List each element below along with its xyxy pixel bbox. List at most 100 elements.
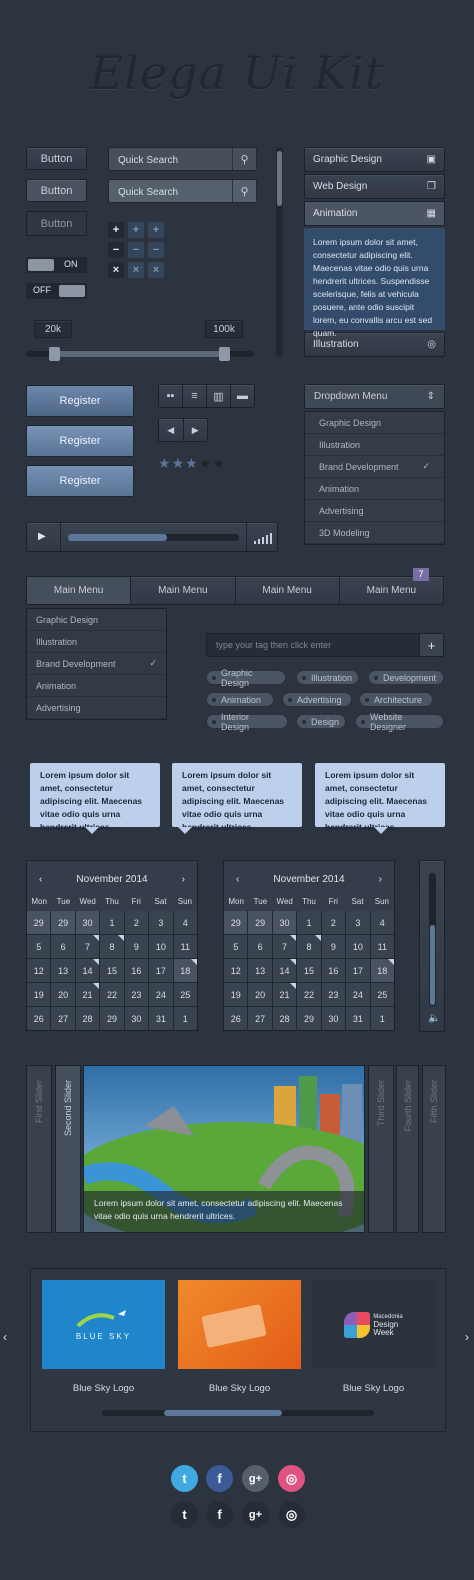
calendar-day[interactable]: 8 [100, 935, 125, 958]
calendar-day[interactable]: 23 [124, 983, 149, 1006]
calendar-day[interactable]: 13 [51, 959, 75, 982]
calendar-day[interactable]: 3 [346, 911, 370, 934]
calendar-day[interactable]: 29 [224, 911, 248, 934]
calendar-day[interactable]: 18 [173, 959, 198, 982]
slider-tab-2[interactable]: Second Slider [55, 1065, 81, 1233]
calendar-day[interactable]: 12 [27, 959, 51, 982]
calendar-day[interactable]: 25 [173, 983, 197, 1006]
calendar-day[interactable]: 16 [321, 959, 346, 982]
main-menu-item[interactable]: Main Menu [27, 577, 132, 604]
calendar-day[interactable]: 7 [272, 935, 297, 958]
calendar-day[interactable]: 23 [321, 983, 346, 1006]
next-arrow-icon[interactable]: ▶ [184, 419, 208, 441]
calendar-day[interactable]: 9 [321, 935, 346, 958]
dropdown-toggle[interactable]: Dropdown Menu ⇕ [304, 384, 445, 409]
calendar-day[interactable]: 15 [100, 959, 124, 982]
prev-month-icon[interactable]: ‹ [236, 874, 239, 885]
twitter-icon[interactable]: t [171, 1465, 198, 1492]
submenu-item[interactable]: Animation [27, 675, 166, 697]
button-3[interactable]: Button [26, 211, 87, 236]
calendar-day[interactable]: 9 [124, 935, 149, 958]
calendar-day[interactable]: 19 [27, 983, 51, 1006]
main-menu-item[interactable]: Main Menu [131, 577, 236, 604]
star-icon[interactable]: ★ [185, 455, 199, 471]
calendar-day[interactable]: 1 [297, 911, 321, 934]
close-button[interactable]: × [128, 262, 144, 278]
tag-design[interactable]: Design [296, 714, 346, 729]
star-icon[interactable]: ★ [172, 455, 186, 471]
prev-arrow-icon[interactable]: ◀ [159, 419, 184, 441]
accordion-item-graphic-design[interactable]: Graphic Design ▣ [304, 147, 445, 172]
register-button-2[interactable]: Register [26, 425, 134, 457]
calendar-day[interactable]: 26 [27, 1007, 51, 1030]
accordion-item-animation[interactable]: Animation ▦ [304, 201, 445, 226]
calendar-day[interactable]: 2 [124, 911, 149, 934]
button-2[interactable]: Button [26, 179, 87, 202]
quick-search-input-2[interactable]: Quick Search ⚲ [108, 179, 257, 203]
calendar-day[interactable]: 25 [370, 983, 394, 1006]
calendar-day[interactable]: 17 [346, 959, 370, 982]
accordion-item-web-design[interactable]: Web Design ❐ [304, 174, 445, 199]
calendar-day[interactable]: 27 [248, 1007, 272, 1030]
submenu-item[interactable]: Brand Development ✓ [27, 653, 166, 675]
calendar-day[interactable]: 5 [27, 935, 51, 958]
scrollbar-thumb[interactable] [277, 151, 282, 206]
range-handle-max[interactable] [219, 347, 230, 361]
plus-button[interactable]: + [108, 222, 124, 238]
calendar-day[interactable]: 26 [224, 1007, 248, 1030]
carousel-prev-icon[interactable]: ‹ [3, 1330, 7, 1344]
calendar-day[interactable]: 28 [75, 1007, 100, 1030]
calendar-day[interactable]: 24 [149, 983, 173, 1006]
calendar-day[interactable]: 1 [370, 1007, 394, 1030]
list-view-icon[interactable]: ≡ [183, 385, 207, 407]
carousel-card-2[interactable] [178, 1280, 301, 1369]
calendar-day[interactable]: 4 [370, 911, 394, 934]
calendar-day[interactable]: 31 [346, 1007, 370, 1030]
search-icon[interactable]: ⚲ [232, 180, 256, 202]
slider-tab-3[interactable]: Third Slider [368, 1065, 394, 1233]
volume-slider[interactable] [429, 873, 436, 1006]
calendar-day[interactable]: 29 [51, 911, 75, 934]
facebook-icon[interactable]: f [206, 1501, 233, 1528]
plus-button[interactable]: + [148, 222, 164, 238]
calendar-day[interactable]: 30 [321, 1007, 346, 1030]
dropdown-option[interactable]: Graphic Design [305, 412, 444, 434]
dropdown-option[interactable]: Brand Development ✓ [305, 456, 444, 478]
tag-input[interactable]: type your tag then click enter + [206, 633, 444, 657]
calendar-day[interactable]: 28 [272, 1007, 297, 1030]
add-tag-button[interactable]: + [419, 634, 443, 656]
submenu-item[interactable]: Graphic Design [27, 609, 166, 631]
speaker-icon[interactable]: 🔈 [428, 1013, 440, 1024]
dropdown-option[interactable]: Illustration [305, 434, 444, 456]
calendar-day[interactable]: 1 [100, 911, 124, 934]
slider-tab-5[interactable]: Fifth Slider [422, 1065, 446, 1233]
tag-animation[interactable]: Animation [206, 692, 274, 707]
carousel-scrollbar[interactable] [102, 1410, 374, 1416]
calendar-day[interactable]: 13 [248, 959, 272, 982]
close-button[interactable]: × [108, 262, 124, 278]
toggle-off[interactable]: OFF [26, 283, 87, 299]
submenu-item[interactable]: Advertising [27, 697, 166, 719]
star-icon[interactable]: ★ [158, 455, 172, 471]
calendar-day[interactable]: 19 [224, 983, 248, 1006]
quick-search-input-1[interactable]: Quick Search ⚲ [108, 147, 257, 171]
google-plus-icon[interactable]: g+ [242, 1465, 269, 1492]
minus-button[interactable]: − [128, 242, 144, 258]
grid-view-icon[interactable]: ▪▪ [159, 385, 183, 407]
calendar-day[interactable]: 17 [149, 959, 173, 982]
main-menu-item[interactable]: Main Menu [340, 577, 443, 604]
calendar-day[interactable]: 11 [173, 935, 197, 958]
calendar-day[interactable]: 22 [100, 983, 124, 1006]
calendar-day[interactable]: 5 [224, 935, 248, 958]
close-button[interactable]: × [148, 262, 164, 278]
next-month-icon[interactable]: › [379, 874, 382, 885]
submenu-item[interactable]: Illustration [27, 631, 166, 653]
twitter-icon[interactable]: t [171, 1501, 198, 1528]
tag-website-designer[interactable]: Website Designer [355, 712, 444, 732]
calendar-day[interactable]: 14 [75, 959, 100, 982]
slider-tab-1[interactable]: First Slider [26, 1065, 52, 1233]
play-icon[interactable]: ▶ [38, 531, 46, 542]
scrollbar[interactable] [276, 147, 283, 357]
register-button-1[interactable]: Register [26, 385, 134, 417]
calendar-day[interactable]: 29 [100, 1007, 124, 1030]
